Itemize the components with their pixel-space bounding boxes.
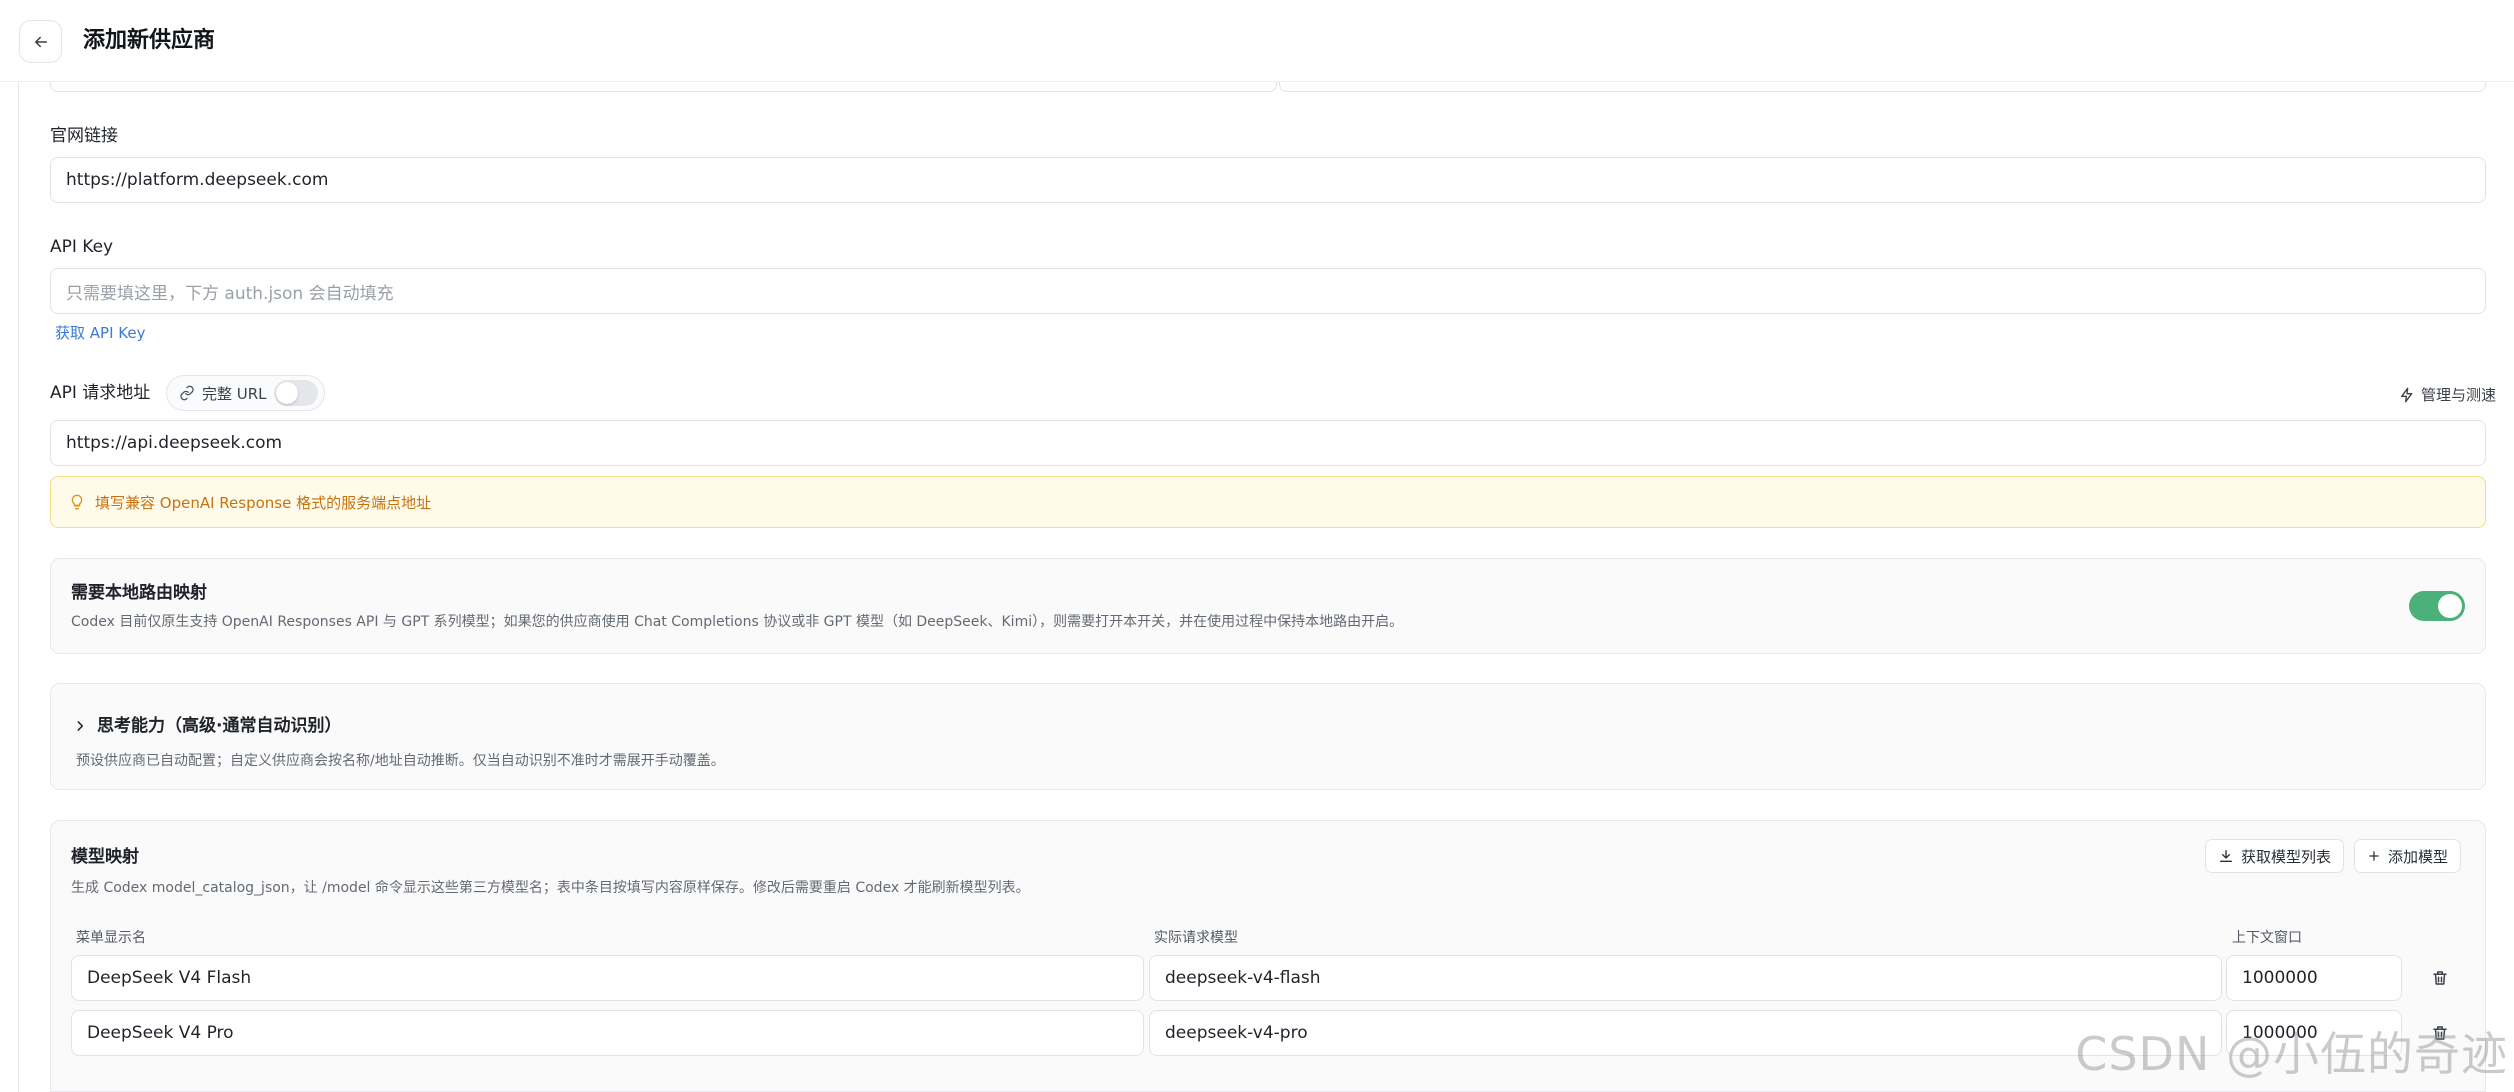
lightning-icon — [2400, 387, 2413, 402]
api-key-input[interactable]: 只需要填这里，下方 auth.json 会自动填充 — [50, 268, 2486, 314]
full-url-switch[interactable] — [273, 380, 318, 406]
col-context-window: 上下文窗口 — [2232, 930, 2302, 946]
col-display-name: 菜单显示名 — [76, 930, 146, 946]
fetch-model-list-button[interactable]: 获取模型列表 — [2205, 839, 2345, 873]
page-title: 添加新供应商 — [83, 28, 216, 53]
chevron-right-icon — [77, 721, 84, 731]
download-icon — [2220, 850, 2232, 862]
api-url-label: API 请求地址 — [50, 383, 151, 403]
full-url-label: 完整 URL — [202, 384, 267, 403]
add-model-label: 添加模型 — [2388, 847, 2449, 866]
arrow-left-icon — [34, 36, 47, 47]
api-url-input[interactable]: https://api.deepseek.com — [50, 420, 2486, 466]
row-2-request-model-input[interactable]: deepseek-v4-pro — [1149, 1010, 2222, 1056]
thinking-expand-toggle[interactable]: 思考能力（高级·通常自动识别） — [73, 714, 341, 738]
local-routing-title: 需要本地路由映射 — [71, 583, 207, 603]
local-routing-card: 需要本地路由映射 Codex 目前仅原生支持 OpenAI Responses … — [50, 558, 2486, 654]
link-icon — [180, 385, 194, 401]
row-2-display-name-input[interactable]: DeepSeek V4 Pro — [71, 1010, 1144, 1056]
model-mapping-desc: 生成 Codex model_catalog_json，让 /model 命令显… — [71, 880, 1030, 896]
api-url-hint-text: 填写兼容 OpenAI Response 格式的服务端点地址 — [95, 493, 432, 512]
thinking-card: 思考能力（高级·通常自动识别） 预设供应商已自动配置；自定义供应商会按名称/地址… — [50, 683, 2486, 790]
local-routing-desc: Codex 目前仅原生支持 OpenAI Responses API 与 GPT… — [71, 614, 1404, 630]
watermark: CSDN @小伍的奇迹 — [2075, 1027, 2508, 1081]
trash-icon — [2433, 971, 2447, 985]
row-1-delete-button[interactable] — [2427, 965, 2453, 991]
get-api-key-link[interactable]: 获取 API Key — [55, 323, 145, 343]
api-key-label: API Key — [50, 237, 114, 257]
thinking-title: 思考能力（高级·通常自动识别） — [97, 716, 342, 736]
lightbulb-icon — [71, 494, 83, 510]
previous-field-left[interactable] — [50, 82, 1277, 92]
back-button[interactable] — [19, 20, 62, 63]
fetch-model-list-label: 获取模型列表 — [2241, 847, 2332, 866]
add-model-button[interactable]: 添加模型 — [2354, 839, 2462, 873]
manage-speedtest-button[interactable]: 管理与测速 — [2399, 384, 2496, 405]
row-1-request-model-input[interactable]: deepseek-v4-flash — [1149, 955, 2222, 1001]
row-1-context-input[interactable]: 1000000 — [2226, 955, 2402, 1001]
row-1-display-name-input[interactable]: DeepSeek V4 Flash — [71, 955, 1144, 1001]
col-request-model: 实际请求模型 — [1154, 930, 1238, 946]
model-mapping-title: 模型映射 — [71, 847, 139, 867]
form-content: 官网链接 https://platform.deepseek.com API K… — [18, 82, 2514, 1092]
top-bar: 添加新供应商 — [0, 0, 2514, 82]
plus-icon — [2369, 851, 2379, 861]
full-url-toggle-chip[interactable]: 完整 URL — [166, 375, 325, 411]
local-routing-switch[interactable] — [2409, 591, 2465, 621]
thinking-desc: 预设供应商已自动配置；自定义供应商会按名称/地址自动推断。仅当自动识别不准时才需… — [76, 753, 725, 769]
previous-field-right[interactable] — [1279, 82, 2486, 92]
website-label: 官网链接 — [50, 126, 118, 146]
api-url-hint: 填写兼容 OpenAI Response 格式的服务端点地址 — [50, 476, 2486, 528]
website-input[interactable]: https://platform.deepseek.com — [50, 157, 2486, 203]
manage-speedtest-label: 管理与测速 — [2420, 386, 2496, 404]
